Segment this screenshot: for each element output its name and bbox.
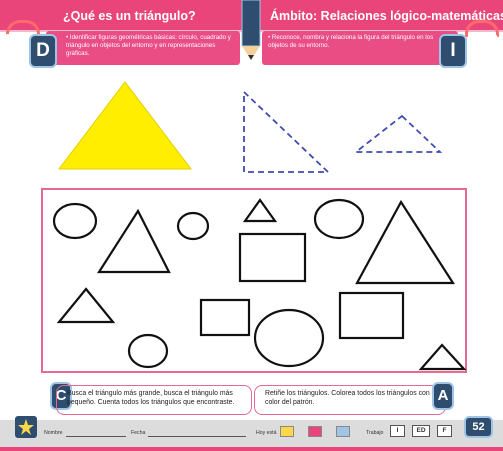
triangle-shape	[56, 287, 116, 324]
square-shape	[238, 232, 307, 283]
badge-d: D	[29, 34, 57, 68]
box-i[interactable]: I	[390, 425, 405, 437]
fecha-label: Fecha	[131, 430, 146, 436]
page-number: 52	[464, 416, 493, 438]
objective-text-right: • Reconoce, nombra y relaciona la figura…	[268, 34, 434, 49]
circle-shape	[253, 308, 325, 368]
objective-banner-left: • Identificar figuras geométricas básica…	[46, 31, 240, 65]
star-icon	[15, 416, 37, 438]
badge-a: A	[432, 382, 454, 410]
rain-icon[interactable]	[308, 426, 322, 437]
triangle-shape	[242, 198, 278, 223]
badge-i: I	[439, 34, 467, 68]
shapes-canvas	[52, 198, 467, 371]
box-f[interactable]: F	[437, 425, 452, 437]
fecha-line[interactable]	[148, 436, 246, 437]
dashed-triangle-small	[353, 114, 443, 153]
instruction-right-text: Retiñe los triángulos. Colorea todos los…	[265, 390, 437, 406]
circle-shape	[176, 211, 210, 241]
nombre-label: Nombre	[44, 430, 63, 436]
instruction-left: Busca el triángulo más grande, busca el …	[56, 385, 252, 415]
box-ed[interactable]: ED	[412, 425, 430, 437]
circle-shape	[313, 198, 365, 240]
objective-banner-right: • Reconoce, nombra y relaciona la figura…	[262, 31, 458, 65]
page-title: ¿Qué es un triángulo?	[63, 9, 196, 23]
circle-shape	[127, 333, 169, 369]
triangle-shape	[96, 208, 171, 274]
yellow-triangle	[57, 81, 193, 170]
square-shape	[338, 291, 405, 340]
sun-icon[interactable]	[280, 426, 294, 437]
objective-text-left: • Identificar figuras geométricas básica…	[66, 34, 231, 57]
footer-strip	[0, 447, 503, 451]
dashed-triangle-outline	[243, 89, 331, 173]
square-shape	[199, 298, 251, 337]
nombre-line[interactable]	[66, 436, 126, 437]
triangle-shape	[418, 343, 467, 371]
cloud-left-icon	[3, 34, 29, 43]
triangle-shape	[355, 199, 456, 285]
instruction-left-text: Busca el triángulo más grande, busca el …	[67, 390, 235, 406]
hoy-label: Hoy está	[256, 430, 277, 436]
circle-shape	[52, 202, 98, 240]
trabajo-label: Trabajo	[366, 430, 384, 436]
cloud-weather-icon[interactable]	[336, 426, 350, 437]
ambito-title: Ámbito: Relaciones lógico-matemáticas.	[270, 9, 503, 23]
instruction-right: Retiñe los triángulos. Colorea todos los…	[254, 385, 446, 415]
cloud-right-icon	[472, 34, 498, 43]
